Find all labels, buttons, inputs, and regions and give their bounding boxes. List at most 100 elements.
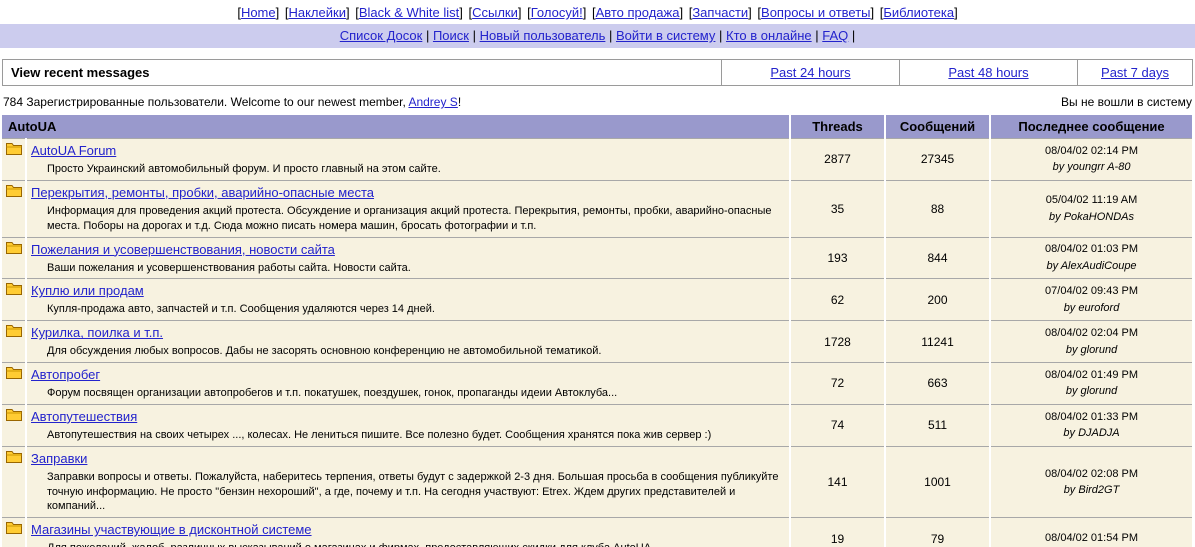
- last-post-cell: 08/04/02 02:08 PMby Bird2GT: [990, 446, 1193, 518]
- status-suffix: !: [458, 95, 461, 109]
- folder-icon: [6, 282, 22, 299]
- top-nav: [Home] [Наклейки] [Black & White list] […: [0, 0, 1195, 24]
- forum-name-cell: АвтопутешествияАвтопутешествия на своих …: [26, 404, 790, 446]
- forum-description: Заправки вопросы и ответы. Пожалуйста, н…: [47, 470, 785, 515]
- last-post-author: by DJADJA: [995, 425, 1188, 442]
- forum-link[interactable]: AutoUA Forum: [31, 143, 116, 158]
- past-7-days-link[interactable]: Past 7 days: [1101, 65, 1169, 80]
- top-nav-link[interactable]: Black & White list: [359, 5, 459, 20]
- forum-link[interactable]: Перекрытия, ремонты, пробки, аварийно-оп…: [31, 185, 374, 200]
- login-status-text: Вы не вошли в систему: [1061, 95, 1192, 109]
- forum-table: AutoUA Threads Сообщений Последнее сообщ…: [2, 115, 1194, 547]
- sub-nav-link[interactable]: Новый пользователь: [480, 28, 606, 43]
- forum-description: Для обсуждения любых вопросов. Дабы не з…: [47, 344, 785, 359]
- sub-nav-link[interactable]: Список Досок: [340, 28, 423, 43]
- threads-count: 72: [790, 363, 885, 405]
- top-nav-item: [Запчасти]: [689, 5, 756, 20]
- top-nav-item: [Ссылки]: [468, 5, 525, 20]
- top-nav-link[interactable]: Ссылки: [472, 5, 518, 20]
- top-nav-item: [Вопросы и ответы]: [757, 5, 877, 20]
- sub-nav-link[interactable]: Кто в онлайне: [726, 28, 812, 43]
- past-24-hours-cell: Past 24 hours: [721, 59, 900, 86]
- last-post-date: 08/04/02 02:14 PM: [995, 143, 1188, 160]
- sub-nav-link[interactable]: FAQ: [822, 28, 848, 43]
- posts-count: 88: [885, 180, 990, 237]
- forum-row: Заправки Заправки вопросы и ответы. Пожал…: [2, 446, 1193, 518]
- top-nav-link[interactable]: Голосуй!: [531, 5, 583, 20]
- top-nav-link[interactable]: Наклейки: [288, 5, 345, 20]
- forum-link[interactable]: Пожелания и усовершенствования, новости …: [31, 242, 335, 257]
- last-post-date: 08/04/02 02:04 PM: [995, 325, 1188, 342]
- top-nav-link[interactable]: Библиотека: [883, 5, 954, 20]
- forum-table-header: AutoUA Threads Сообщений Последнее сообщ…: [2, 115, 1193, 139]
- last-post-author: by glorund: [995, 383, 1188, 400]
- sub-nav-link[interactable]: Войти в систему: [616, 28, 715, 43]
- last-post-author: by euroford: [995, 300, 1188, 317]
- forum-link[interactable]: Автопробег: [31, 367, 100, 382]
- forum-row: Магазины участвующие в дисконтной систем…: [2, 518, 1193, 547]
- forum-description: Просто Украинский автомобильный форум. И…: [47, 162, 785, 177]
- column-header-threads: Threads: [790, 115, 885, 139]
- forum-table-body: AutoUA Forum Просто Украинский автомобиль…: [2, 139, 1193, 547]
- forum-description: Купля-продажа авто, запчастей и т.п. Соо…: [47, 302, 785, 317]
- forum-row: АвтопутешествияАвтопутешествия на своих …: [2, 404, 1193, 446]
- forum-row: АвтопробегФорум посвящен организации авт…: [2, 363, 1193, 405]
- forum-link[interactable]: Куплю или продам: [31, 283, 144, 298]
- past-48-hours-cell: Past 48 hours: [899, 59, 1078, 86]
- top-nav-item: [Home]: [237, 5, 283, 20]
- last-post-cell: 07/04/02 09:43 PMby euroford: [990, 279, 1193, 321]
- forum-description: Для пожеланий, жалоб, различных высказыв…: [47, 541, 785, 547]
- recent-messages-title: View recent messages: [2, 59, 722, 86]
- forum-link[interactable]: Магазины участвующие в дисконтной систем…: [31, 522, 312, 537]
- users-count-text: 784 Зарегистрированные пользователи. Wel…: [3, 95, 406, 109]
- folder-icon: [6, 521, 22, 538]
- forum-link[interactable]: Автопутешествия: [31, 409, 137, 424]
- recent-messages-bar: View recent messages Past 24 hours Past …: [2, 59, 1193, 86]
- last-post-author: by youngrr A-80: [995, 159, 1188, 176]
- last-post-cell: 08/04/02 01:49 PMby glorund: [990, 363, 1193, 405]
- forum-name-cell: Курилка, поилка и т.п. Для обсуждения люб…: [26, 321, 790, 363]
- threads-count: 35: [790, 180, 885, 237]
- forum-row: Куплю или продам Купля-продажа авто, запч…: [2, 279, 1193, 321]
- sub-nav-item: Войти в систему |: [616, 28, 726, 43]
- threads-count: 74: [790, 404, 885, 446]
- sub-nav-link[interactable]: Поиск: [433, 28, 469, 43]
- top-nav-link[interactable]: Home: [241, 5, 276, 20]
- forum-row: Пожелания и усовершенствования, новости …: [2, 237, 1193, 279]
- folder-icon-cell: [2, 237, 26, 279]
- top-nav-item: [Авто продажа]: [592, 5, 687, 20]
- top-nav-item: [Наклейки]: [285, 5, 353, 20]
- top-nav-item: [Black & White list]: [355, 5, 466, 20]
- forum-link[interactable]: Заправки: [31, 451, 87, 466]
- folder-icon-cell: [2, 404, 26, 446]
- forum-name-cell: АвтопробегФорум посвящен организации авт…: [26, 363, 790, 405]
- threads-count: 1728: [790, 321, 885, 363]
- last-post-date: 07/04/02 09:43 PM: [995, 283, 1188, 300]
- top-nav-link[interactable]: Авто продажа: [596, 5, 680, 20]
- folder-icon-cell: [2, 446, 26, 518]
- posts-count: 1001: [885, 446, 990, 518]
- folder-icon-cell: [2, 321, 26, 363]
- past-7-days-cell: Past 7 days: [1077, 59, 1193, 86]
- folder-icon-cell: [2, 363, 26, 405]
- last-post-author: by glorund: [995, 342, 1188, 359]
- forum-link[interactable]: Курилка, поилка и т.п.: [31, 325, 163, 340]
- top-nav-link[interactable]: Вопросы и ответы: [761, 5, 870, 20]
- status-line: 784 Зарегистрированные пользователи. Wel…: [3, 95, 1192, 109]
- forum-description: Ваши пожелания и усовершенствования рабо…: [47, 261, 785, 276]
- past-24-hours-link[interactable]: Past 24 hours: [770, 65, 850, 80]
- sub-nav-item: Список Досок |: [340, 28, 433, 43]
- threads-count: 141: [790, 446, 885, 518]
- posts-count: 663: [885, 363, 990, 405]
- threads-count: 193: [790, 237, 885, 279]
- sub-nav-item: Кто в онлайне |: [726, 28, 822, 43]
- last-post-cell: 08/04/02 02:14 PMby youngrr A-80: [990, 139, 1193, 181]
- past-48-hours-link[interactable]: Past 48 hours: [948, 65, 1028, 80]
- posts-count: 11241: [885, 321, 990, 363]
- folder-icon-cell: [2, 518, 26, 547]
- top-nav-link[interactable]: Запчасти: [692, 5, 748, 20]
- last-post-date: 05/04/02 11:19 AM: [995, 192, 1188, 209]
- secondary-nav: Список Досок | Поиск | Новый пользовател…: [0, 24, 1195, 48]
- newest-member-link[interactable]: Andrey S: [408, 95, 457, 109]
- folder-icon-cell: [2, 180, 26, 237]
